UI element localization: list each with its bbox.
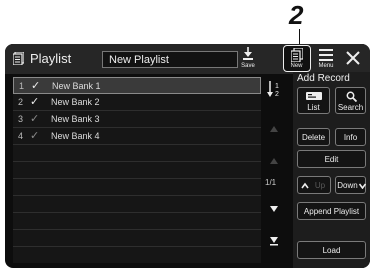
new-label: New (290, 63, 303, 69)
page-down-icon[interactable] (269, 236, 279, 246)
list-icon (306, 92, 322, 100)
callout-line (299, 29, 300, 45)
playlist-screen: Playlist New Playlist Save New Menu 1 ✓ … (5, 44, 370, 268)
edit-button[interactable]: Edit (297, 150, 366, 168)
list-item (13, 213, 261, 230)
new-button[interactable]: New (283, 45, 311, 72)
delete-label: Delete (301, 133, 326, 142)
append-playlist-label: Append Playlist (303, 207, 360, 216)
chevron-down-icon (359, 183, 366, 189)
row-name: New Bank 1 (52, 81, 101, 91)
list-item (13, 230, 261, 247)
page-up-icon[interactable] (269, 124, 279, 134)
row-number: 4 (18, 131, 24, 141)
menu-icon (319, 49, 333, 61)
save-label: Save (241, 63, 255, 69)
page-indicator: 1/1 (265, 178, 277, 187)
new-playlist-icon (291, 48, 303, 62)
row-name: New Bank 3 (51, 114, 100, 124)
sort-icon[interactable]: 1 2 (267, 80, 281, 98)
delete-button[interactable]: Delete (297, 128, 330, 146)
edit-label: Edit (324, 155, 339, 164)
save-icon (243, 47, 253, 60)
up-button[interactable]: Up (297, 176, 331, 194)
check-icon: ✓ (30, 113, 40, 125)
add-record-heading: Add Record (297, 73, 350, 84)
search-button[interactable]: Search (335, 87, 366, 114)
append-playlist-button[interactable]: Append Playlist (297, 202, 366, 220)
list-item (13, 162, 261, 179)
page-title: Playlist (30, 51, 72, 66)
close-icon[interactable] (345, 50, 361, 66)
list-item[interactable]: 1 ✓ New Bank 1 (13, 77, 261, 94)
list-button[interactable]: List (297, 87, 330, 114)
info-label: Info (343, 133, 358, 142)
down-button[interactable]: Down (335, 176, 366, 194)
list-label: List (307, 103, 320, 112)
info-button[interactable]: Info (335, 128, 366, 146)
playlist-icon (13, 52, 24, 65)
playlist-record-list: 1 ✓ New Bank 1 2 ✓ New Bank 2 3 ✓ New Ba… (13, 77, 261, 263)
scroll-down-icon[interactable] (269, 204, 279, 214)
list-item (13, 247, 261, 264)
list-item[interactable]: 4 ✓ New Bank 4 (13, 128, 261, 145)
row-name: New Bank 4 (51, 131, 100, 141)
svg-text:2: 2 (275, 91, 279, 98)
row-number: 2 (18, 97, 24, 107)
down-label: Down (337, 181, 358, 190)
search-icon (346, 91, 357, 102)
list-item (13, 179, 261, 196)
row-number: 3 (18, 114, 24, 124)
list-item[interactable]: 3 ✓ New Bank 3 (13, 111, 261, 128)
list-item (13, 145, 261, 162)
top-bar: Playlist New Playlist Save New Menu (5, 44, 370, 74)
check-icon: ✓ (30, 130, 40, 142)
menu-button[interactable]: Menu (315, 47, 337, 71)
scroll-up-icon[interactable] (269, 156, 279, 166)
row-number: 1 (19, 81, 25, 91)
svg-text:1: 1 (275, 83, 279, 90)
up-label: Up (314, 181, 326, 190)
load-button[interactable]: Load (297, 241, 366, 259)
playlist-name-field[interactable]: New Playlist (102, 51, 238, 68)
menu-label: Menu (318, 63, 334, 69)
check-icon: ✓ (30, 96, 40, 108)
callout-number: 2 (289, 0, 304, 30)
save-button[interactable]: Save (236, 46, 260, 72)
search-label: Search (337, 103, 364, 112)
list-item[interactable]: 2 ✓ New Bank 2 (13, 94, 261, 111)
list-item (13, 196, 261, 213)
row-name: New Bank 2 (51, 97, 100, 107)
load-label: Load (322, 246, 341, 255)
check-icon: ✓ (31, 80, 41, 92)
